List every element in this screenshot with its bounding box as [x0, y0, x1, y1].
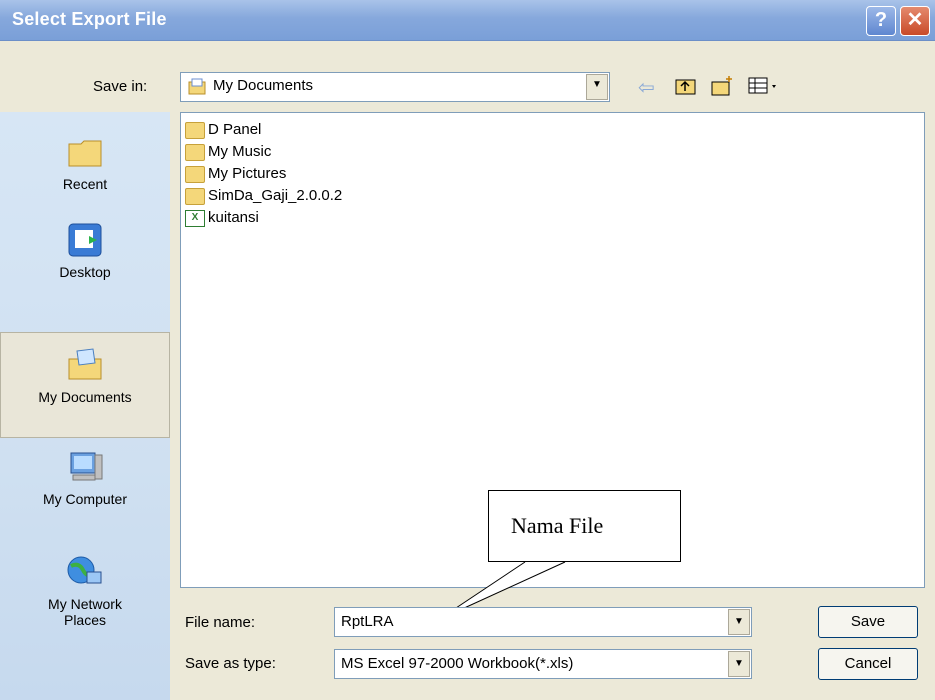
file-name-value: RptLRA: [341, 613, 394, 630]
cancel-button[interactable]: Cancel: [818, 648, 918, 680]
file-name-input[interactable]: RptLRA ▼: [334, 607, 752, 637]
callout-pointer: [437, 561, 566, 621]
chevron-down-icon[interactable]: ▼: [728, 609, 750, 635]
save-as-type-select[interactable]: MS Excel 97-2000 Workbook(*.xls) ▼: [334, 649, 752, 679]
callout-text: Nama File: [511, 513, 604, 538]
save-button[interactable]: Save: [818, 606, 918, 638]
callout-box: Nama File: [488, 490, 681, 562]
chevron-down-icon[interactable]: ▼: [728, 651, 750, 677]
file-name-label: File name:: [185, 614, 256, 631]
save-as-type-label: Save as type:: [185, 655, 276, 672]
save-as-type-value: MS Excel 97-2000 Workbook(*.xls): [341, 655, 574, 672]
